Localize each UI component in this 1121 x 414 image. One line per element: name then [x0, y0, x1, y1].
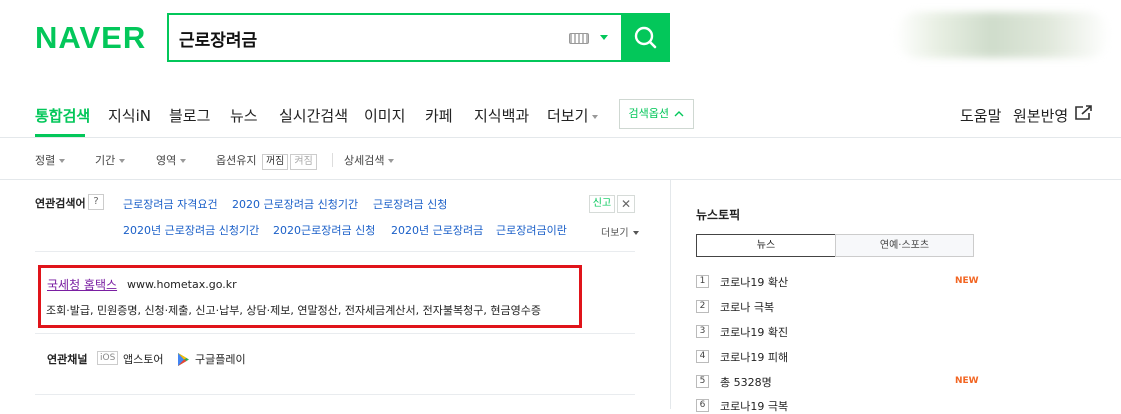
chevron-down-icon — [632, 231, 639, 235]
related-searches-title: 연관검색어 — [35, 197, 86, 210]
search-box — [167, 13, 622, 62]
search-input[interactable] — [179, 25, 549, 51]
section-divider — [35, 333, 635, 334]
search-icon — [634, 26, 657, 49]
site-url[interactable]: www.hometax.go.kr — [127, 278, 237, 291]
close-button[interactable]: ✕ — [617, 195, 635, 213]
chevron-up-icon — [674, 111, 684, 117]
sort-label: 정렬 — [35, 154, 56, 167]
tab-realtime-search[interactable]: 실시간검색 — [279, 105, 348, 126]
chevron-down-icon — [388, 159, 395, 163]
keep-option-label: 옵션유지 — [216, 154, 257, 167]
tab-news[interactable]: 뉴스 — [230, 105, 258, 126]
tab-cafe[interactable]: 카페 — [425, 105, 453, 126]
chevron-down-icon — [119, 159, 126, 163]
tab-entertainment-sports[interactable]: 연예·스포츠 — [835, 234, 974, 257]
googleplay-link[interactable]: 구글플레이 — [195, 351, 246, 367]
autocomplete-toggle-icon[interactable] — [600, 35, 608, 40]
related-help-button[interactable]: ? — [88, 194, 104, 210]
area-label: 영역 — [156, 154, 177, 167]
new-badge: NEW — [955, 276, 979, 286]
nav-divider — [0, 137, 1121, 138]
new-badge: NEW — [955, 376, 979, 386]
rank-badge: 2 — [696, 300, 709, 313]
related-channels-title: 연관채널 — [47, 353, 88, 366]
tab-knowledge-in[interactable]: 지식iN — [108, 105, 151, 126]
topic-link[interactable]: 코로나 극복 — [720, 299, 774, 315]
keep-option: 옵션유지 꺼짐 켜짐 — [216, 152, 317, 170]
share-icon — [1075, 105, 1092, 120]
close-icon: ✕ — [620, 197, 632, 211]
site-title-link[interactable]: 국세청 홈택스 — [47, 276, 117, 293]
search-button[interactable] — [621, 13, 670, 62]
chevron-down-icon — [59, 159, 66, 163]
site-description[interactable]: 조회·발급, 민원증명, 신청·제출, 신고·납부, 상담·제보, 연말정산, … — [46, 302, 541, 318]
google-play-icon — [178, 351, 189, 370]
related-link[interactable]: 2020년 근로장려금 신청기간 — [123, 222, 259, 238]
banner-ad[interactable] — [895, 12, 1110, 58]
report-button[interactable]: 신고 — [589, 195, 615, 213]
area-filter[interactable]: 영역 — [156, 152, 187, 168]
highlight-box — [38, 265, 582, 328]
topic-link[interactable]: 코로나19 극복 — [720, 398, 788, 414]
keep-option-on[interactable]: 켜짐 — [290, 154, 317, 170]
rank-badge: 1 — [696, 275, 709, 288]
help-link[interactable]: 도움말 — [960, 105, 1001, 126]
keyboard-icon[interactable] — [569, 33, 589, 44]
tab-integrated-search[interactable]: 통합검색 — [35, 105, 90, 126]
tab-encyclopedia[interactable]: 지식백과 — [474, 105, 529, 126]
chevron-down-icon — [180, 159, 187, 163]
topic-link[interactable]: 코로나19 피해 — [720, 349, 788, 365]
tab-news-topic[interactable]: 뉴스 — [696, 234, 836, 257]
related-more-button[interactable]: 더보기 — [601, 224, 639, 239]
rank-badge: 6 — [696, 399, 709, 412]
keep-option-off[interactable]: 꺼짐 — [261, 154, 289, 170]
detail-search-filter[interactable]: 상세검색 — [344, 152, 395, 168]
rank-badge: 5 — [696, 375, 709, 388]
tab-more[interactable]: 더보기 — [547, 105, 599, 126]
period-label: 기간 — [95, 154, 116, 167]
period-filter[interactable]: 기간 — [95, 152, 126, 168]
rank-badge: 4 — [696, 350, 709, 363]
share-button[interactable] — [1075, 104, 1093, 124]
tab-blog[interactable]: 블로그 — [169, 105, 210, 126]
related-more-label: 더보기 — [601, 228, 629, 239]
sort-filter[interactable]: 정렬 — [35, 152, 66, 168]
topic-link[interactable]: 총 5328명 — [720, 374, 772, 390]
tab-more-label: 더보기 — [547, 107, 589, 125]
news-topic-title: 뉴스토픽 — [696, 208, 741, 222]
rank-badge: 3 — [696, 325, 709, 338]
related-link[interactable]: 근로장려금이란 — [496, 222, 567, 238]
chevron-down-icon — [592, 114, 599, 119]
related-link[interactable]: 근로장려금 자격요건 — [123, 196, 218, 212]
topic-link[interactable]: 코로나19 확산 — [720, 274, 788, 290]
naver-logo[interactable]: NAVER — [35, 20, 146, 56]
related-link[interactable]: 근로장려금 신청 — [373, 196, 447, 212]
filter-divider — [332, 153, 333, 167]
related-link[interactable]: 2020근로장려금 신청 — [273, 222, 375, 238]
appstore-link[interactable]: 앱스토어 — [123, 351, 163, 367]
section-divider — [35, 251, 635, 252]
tab-images[interactable]: 이미지 — [364, 105, 405, 126]
search-options-button[interactable]: 검색옵션 — [619, 99, 694, 129]
topic-link[interactable]: 코로나19 확진 — [720, 324, 788, 340]
related-link[interactable]: 2020 근로장려금 신청기간 — [232, 196, 358, 212]
search-options-label: 검색옵션 — [628, 107, 669, 120]
original-reflect-link[interactable]: 원본반영 — [1013, 105, 1068, 126]
section-divider — [35, 394, 635, 395]
detail-search-label: 상세검색 — [344, 154, 385, 167]
related-link[interactable]: 2020년 근로장려금 — [391, 222, 483, 238]
ios-badge: iOS — [97, 351, 119, 365]
